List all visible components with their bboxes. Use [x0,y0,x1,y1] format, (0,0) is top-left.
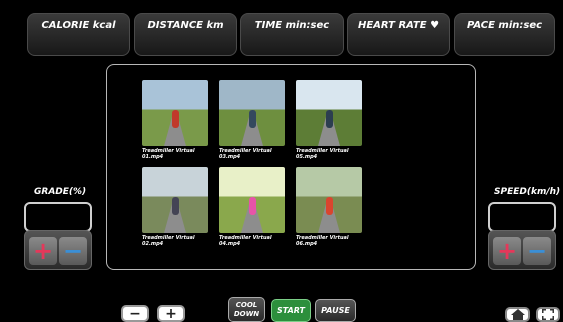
video-caption: Treadmiller Virtual 05.mp4 [296,148,349,160]
runner-figure [326,197,333,215]
video-caption: Treadmiller Virtual 04.mp4 [219,235,272,247]
grade-value-display [24,202,92,232]
video-preview-image [219,167,285,233]
video-caption: Treadmiller Virtual 03.mp4 [219,148,272,160]
pace-metric: PACE min:sec [454,13,555,56]
video-thumbnail[interactable]: Treadmiller Virtual 01.mp4 [142,80,208,160]
video-preview-image [142,167,208,233]
pace-label: PACE min:sec [466,20,543,31]
grade-adjust-panel: + − [24,230,92,270]
calorie-label: CALORIE kcal [41,20,116,31]
grade-decrease-button[interactable]: − [59,237,87,265]
time-metric: TIME min:sec [240,13,344,56]
zoom-out-button[interactable]: − [121,305,149,322]
fullscreen-glyph-icon [542,309,554,320]
speed-label: SPEED(km/h) [494,187,561,197]
heart-rate-metric: HEART RATE ♥ [347,13,450,56]
video-thumbnail[interactable]: Treadmiller Virtual 02.mp4 [142,167,208,247]
calorie-metric: CALORIE kcal [27,13,130,56]
grade-label: GRADE(%) [34,187,87,197]
start-button[interactable]: START [271,299,311,322]
speed-increase-button[interactable]: + [493,237,521,265]
video-thumbnail[interactable]: Treadmiller Virtual 03.mp4 [219,80,285,160]
speed-adjust-panel: + − [488,230,556,270]
heart-rate-label: HEART RATE ♥ [357,20,440,31]
fullscreen-icon[interactable] [536,307,560,322]
speed-decrease-button[interactable]: − [523,237,551,265]
video-preview-image [219,80,285,146]
runner-figure [249,110,256,128]
runner-figure [249,197,256,215]
runner-figure [172,110,179,128]
pause-button[interactable]: PAUSE [315,299,356,322]
home-icon[interactable] [505,307,530,322]
video-gallery: Treadmiller Virtual 01.mp4 Treadmiller V… [106,64,476,270]
distance-metric: DISTANCE km [134,13,237,56]
video-caption: Treadmiller Virtual 01.mp4 [142,148,195,160]
speed-value-display [488,202,556,232]
grade-increase-button[interactable]: + [29,237,57,265]
video-caption: Treadmiller Virtual 02.mp4 [142,235,195,247]
distance-label: DISTANCE km [147,20,224,31]
zoom-in-button[interactable]: + [157,305,185,322]
video-caption: Treadmiller Virtual 06.mp4 [296,235,349,247]
runner-figure [326,110,333,128]
video-preview-image [296,167,362,233]
runner-figure [172,197,179,215]
video-thumbnail[interactable]: Treadmiller Virtual 04.mp4 [219,167,285,247]
video-thumbnail[interactable]: Treadmiller Virtual 05.mp4 [296,80,362,160]
home-glyph-icon [510,309,525,320]
time-label: TIME min:sec [254,20,330,31]
video-thumbnail[interactable]: Treadmiller Virtual 06.mp4 [296,167,362,247]
cool-down-button[interactable]: COOL DOWN [228,297,265,322]
video-preview-image [296,80,362,146]
video-preview-image [142,80,208,146]
